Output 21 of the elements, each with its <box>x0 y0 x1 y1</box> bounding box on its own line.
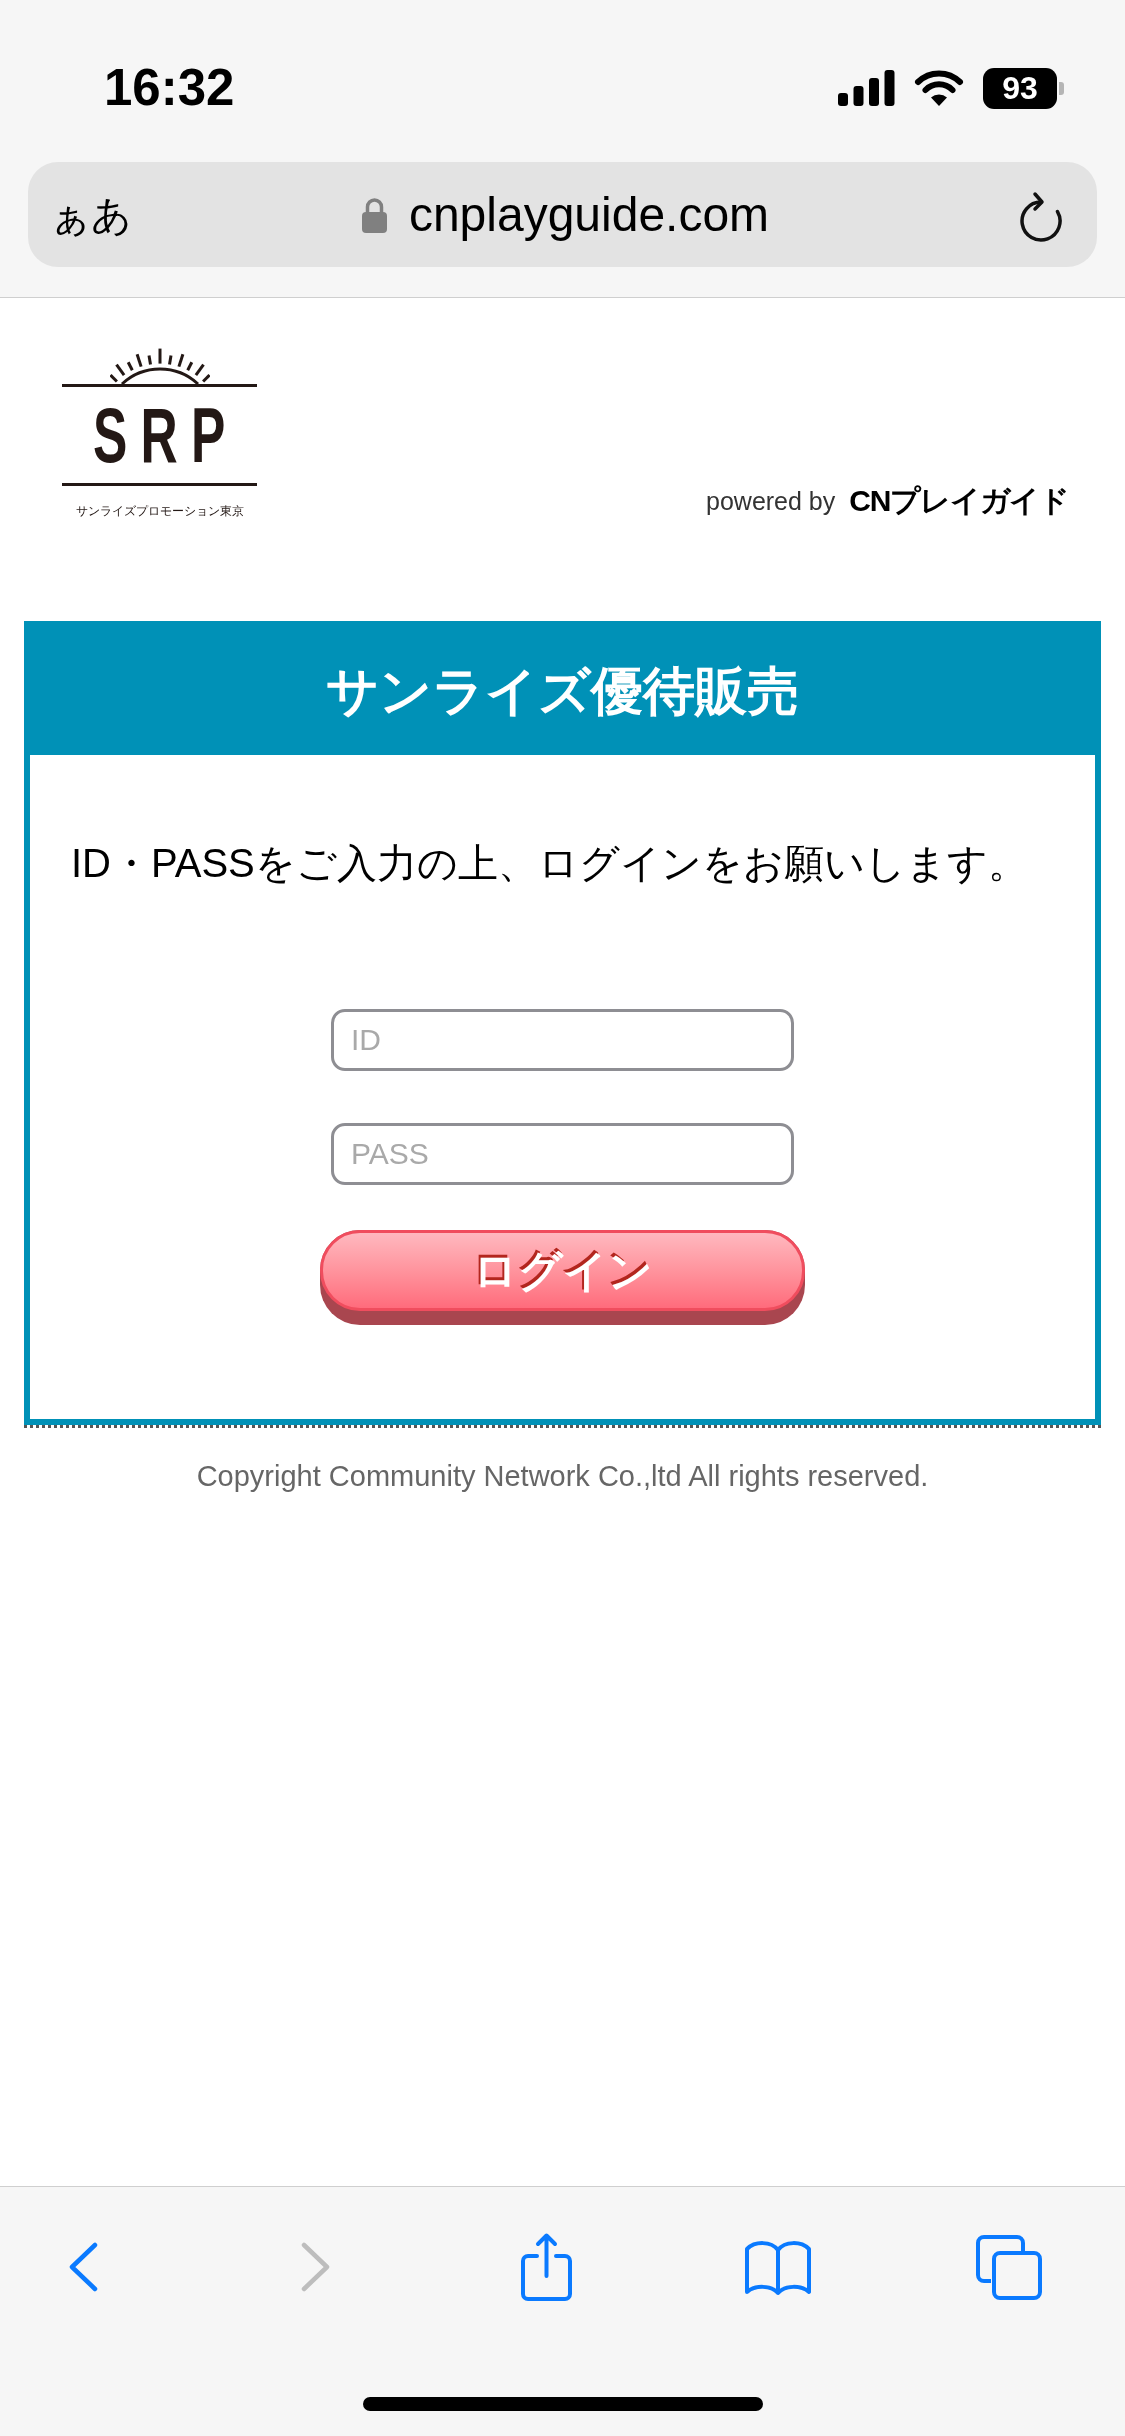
card-title: サンライズ優待販売 <box>326 665 799 717</box>
logo-text: SRP <box>92 396 239 474</box>
book-icon[interactable] <box>742 2238 813 2296</box>
wifi-icon <box>914 69 964 107</box>
url-text[interactable]: cnplayguide.com <box>408 190 770 239</box>
share-icon[interactable] <box>519 2232 574 2302</box>
signal-icon <box>838 70 895 106</box>
text-size-button[interactable]: ぁあ <box>50 194 132 235</box>
instruction-text: ID・PASSをご入力の上、ログインをお願いします。 <box>71 840 1028 887</box>
address-bar[interactable]: ぁあ cnplayguide.com <box>28 162 1097 267</box>
lock-icon <box>361 196 387 233</box>
copyright-text: Copyright Community Network Co.,ltd All rights reserved. <box>196 1459 929 1494</box>
tabs-icon[interactable] <box>975 2233 1044 2301</box>
status-time: 16:32 <box>104 62 235 114</box>
powered-by-text: powered by <box>706 488 836 514</box>
brand-logo: CNプレイガイド <box>849 486 1069 516</box>
logo-tagline: サンライズプロモーション東京 <box>75 503 244 519</box>
password-field[interactable]: PASS <box>331 1123 794 1185</box>
battery-indicator: 93 <box>983 67 1064 109</box>
id-field[interactable]: ID <box>331 1009 794 1071</box>
back-icon[interactable] <box>69 2242 99 2292</box>
